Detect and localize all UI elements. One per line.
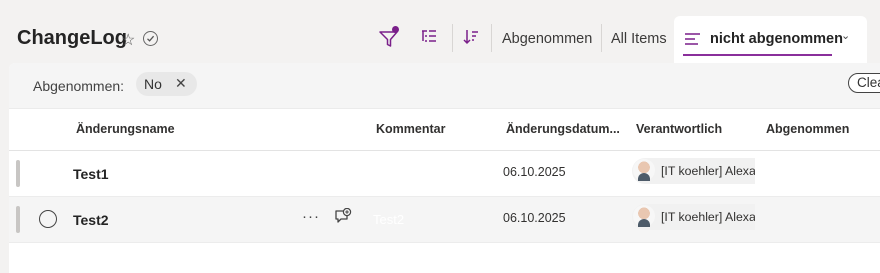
sort-icon <box>463 30 478 45</box>
view-abgenommen[interactable]: Abgenommen <box>502 31 592 47</box>
close-icon[interactable]: ✕ <box>175 75 187 92</box>
view-lines-icon <box>685 33 700 45</box>
list-panel: Abgenommen: No ✕ Clea Änderungsname Komm… <box>9 63 880 273</box>
filter-bar: Abgenommen: No ✕ Clea <box>9 63 880 109</box>
column-header-kommentar[interactable]: Kommentar <box>376 122 445 136</box>
separator <box>452 24 453 52</box>
sort-button[interactable] <box>462 28 484 50</box>
row-name[interactable]: Test2 <box>73 212 109 228</box>
separator <box>491 24 492 52</box>
table-row[interactable]: Test1 06.10.2025 [IT koehler] Alexan <box>9 151 880 197</box>
row-comment: Test2 <box>373 212 405 227</box>
add-comment-icon[interactable] <box>334 208 352 226</box>
page-title: ChangeLog <box>17 27 127 49</box>
row-selection-bar <box>16 206 20 233</box>
row-responsible[interactable]: [IT koehler] Alexan <box>632 158 755 184</box>
more-icon[interactable]: ··· <box>302 208 320 225</box>
active-view-label: nicht abgenommen <box>710 31 843 47</box>
column-header-aenderungsname[interactable]: Änderungsname <box>76 122 175 136</box>
row-responsible-name: [IT koehler] Alexan <box>661 164 755 178</box>
filter-active-dot <box>392 26 399 33</box>
row-selection-bar <box>16 160 20 187</box>
clear-filters-button[interactable]: Clea <box>848 73 880 93</box>
chevron-down-icon[interactable]: ⌄ <box>841 29 850 42</box>
table-row[interactable]: Test2 ··· Test2 06.10.2025 [IT koehler] … <box>9 197 880 243</box>
row-responsible-name: [IT koehler] Alexan <box>661 210 755 224</box>
filter-button[interactable] <box>378 26 400 50</box>
row-responsible[interactable]: [IT koehler] Alexan <box>632 204 755 230</box>
column-header-row: Änderungsname Kommentar Änderungsdatum..… <box>9 108 880 151</box>
row-date: 06.10.2025 <box>503 211 566 225</box>
filter-chip-value: No <box>144 76 162 92</box>
group-list-icon <box>422 30 436 42</box>
column-header-aenderungsdatum[interactable]: Änderungsdatum... <box>506 122 620 136</box>
avatar <box>633 205 655 227</box>
row-select-radio[interactable] <box>39 210 57 228</box>
star-icon[interactable]: ☆ <box>121 30 135 50</box>
column-header-verantwortlich[interactable]: Verantwortlich <box>636 122 722 136</box>
row-name[interactable]: Test1 <box>73 166 109 182</box>
row-date: 06.10.2025 <box>503 165 566 179</box>
avatar <box>633 159 655 181</box>
circle-check-icon[interactable] <box>143 31 158 46</box>
filter-label: Abgenommen: <box>33 78 125 94</box>
active-view-underline <box>683 54 832 56</box>
column-header-abgenommen[interactable]: Abgenommen <box>766 122 849 136</box>
view-selector-tab[interactable]: nicht abgenommen ⌄ <box>674 16 867 63</box>
separator <box>601 24 602 52</box>
command-bar: ChangeLog ☆ Abgenommen All Items nicht a… <box>0 0 880 63</box>
group-button[interactable] <box>420 28 442 50</box>
view-all-items[interactable]: All Items <box>611 31 667 47</box>
filter-chip[interactable]: No ✕ <box>136 72 197 96</box>
